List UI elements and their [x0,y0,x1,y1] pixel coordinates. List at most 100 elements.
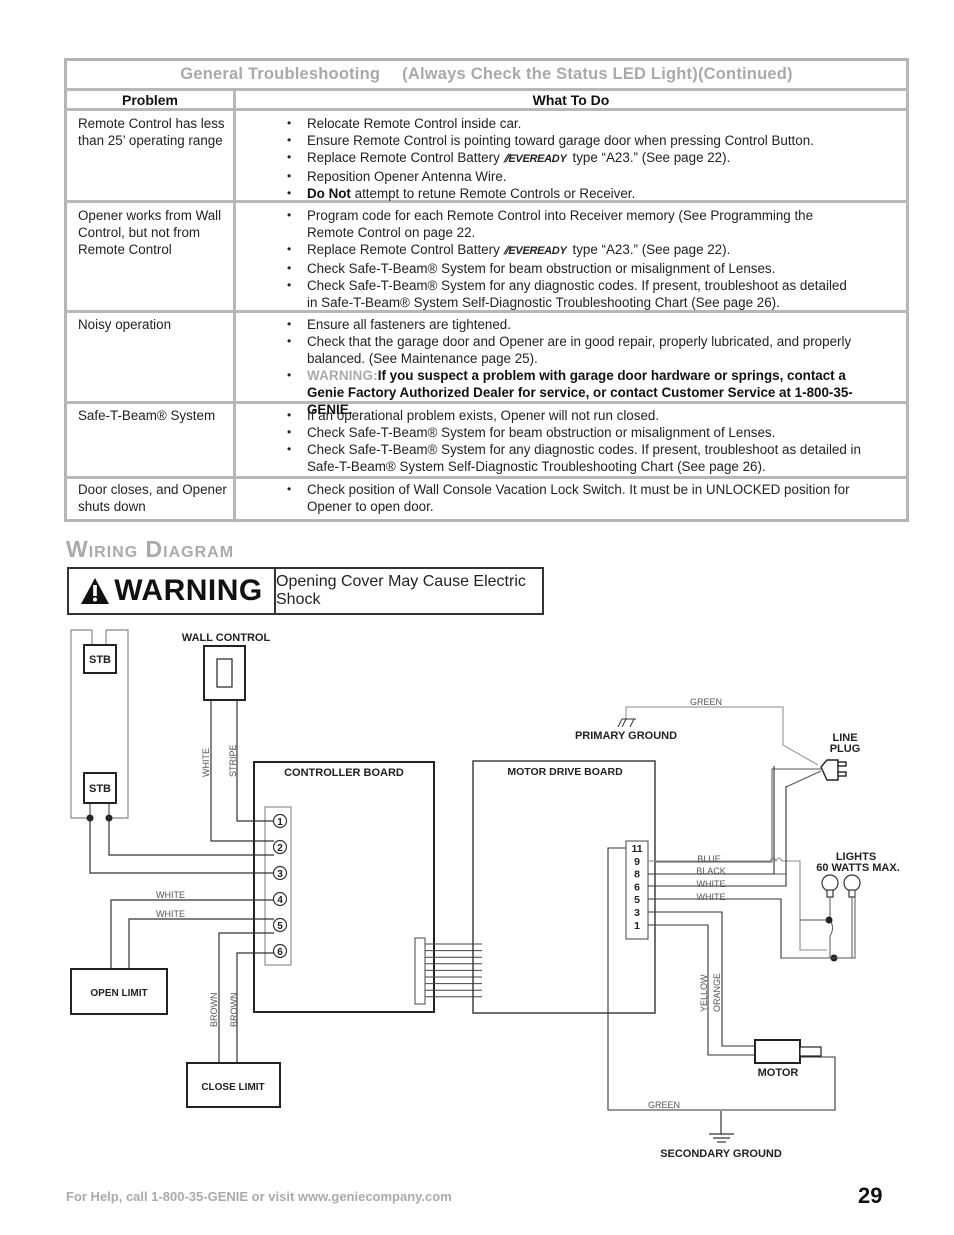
solution-cell: Check position of Wall Console Vacation … [285,481,870,515]
column-divider [233,89,236,522]
column-header-problem: Problem [121,92,178,108]
wiring-diagram: STB STB WALL CONTROL CONTROLLER BOARD WH… [70,629,900,1160]
solution-cell: If an operational problem exists, Opener… [285,407,895,475]
title-part-2: (Always Check the Status LED Light)(Cont… [402,65,793,83]
motor-shaft [799,1046,822,1057]
solution-item: Check Safe-T-Beam® System for any diagno… [285,277,855,311]
line-plug-icon [820,759,847,781]
item-text: type “A23.” (See page 22). [572,150,731,165]
solution-item: Program code for each Remote Control int… [285,207,855,241]
solution-item: Replace Remote Control Battery⫽EVEREADY t… [285,149,895,168]
solution-item: Do Not attempt to retune Remote Controls… [285,185,895,202]
divider [64,476,909,479]
motor-label: MOTOR [758,1067,799,1079]
secondary-ground-label: SECONDARY GROUND [660,1148,782,1160]
ribbon-connector [414,937,426,1005]
wire-label: BROWN [209,993,219,1028]
solution-item: Check Safe-T-Beam® System for any diagno… [285,441,895,475]
solution-item: Relocate Remote Control inside car. [285,115,895,132]
problem-cell: Door closes, and Opener shuts down [78,482,227,514]
solution-item: Check position of Wall Console Vacation … [285,481,870,515]
light-bulb-icon [821,874,861,898]
terminal-label: 2 [277,843,283,854]
eveready-logo: ⫽EVEREADY [503,245,567,257]
column-header-what-to-do: What To Do [532,92,610,108]
page-number: 29 [858,1183,883,1208]
bold-text: Do Not [307,186,351,201]
mdb-pin-label: 5 [634,894,640,906]
table-title: General Troubleshooting (Always Check the… [67,61,906,87]
warning-triangle-icon [81,578,110,604]
mdb-pin-label: 6 [634,881,640,893]
solution-item: Check Safe-T-Beam® System for beam obstr… [285,424,895,441]
solution-item: Check Safe-T-Beam® System for beam obstr… [285,260,855,277]
solution-cell: Program code for each Remote Control int… [285,207,855,311]
warning-word: WARNING [114,574,263,607]
mdb-pin-label: 8 [634,869,640,881]
mdb-pin-label: 11 [631,843,642,855]
wire-label: STRIPE [228,744,238,777]
item-text: type “A23.” (See page 22). [572,242,731,257]
wire-label: BLACK [696,866,726,876]
item-text: Replace Remote Control Battery [307,242,500,257]
item-text: Replace Remote Control Battery [307,150,500,165]
stb-top: STB [83,644,117,674]
wire-label: WHITE [156,909,185,919]
wire-label: BROWN [229,993,239,1028]
problem-cell: Safe-T-Beam® System [78,408,216,423]
footer-help-text: For Help, call 1-800-35-GENIE or visit w… [66,1189,452,1204]
solution-item: Check that the garage door and Opener ar… [285,333,865,367]
solution-item: Ensure all fasteners are tightened. [285,316,865,333]
motor-drive-board-label: MOTOR DRIVE BOARD [507,766,623,778]
line-plug-label: PLUG [830,743,861,755]
brand-text: EVEREADY [508,245,567,257]
stb-bottom: STB [83,772,117,804]
eveready-logo: ⫽EVEREADY [503,153,567,165]
solution-item: If an operational problem exists, Opener… [285,407,895,424]
primary-ground-label: PRIMARY GROUND [575,730,677,742]
warning-banner: WARNING Opening Cover May Cause Electric… [67,567,544,615]
mdb-pin-label: 9 [634,856,640,868]
wire-label: WHITE [697,879,726,889]
wall-control-button [216,658,233,688]
item-text: attempt to retune Remote Controls or Rec… [354,186,636,201]
lights-label: 60 WATTS MAX. [816,862,900,874]
wire-label: WHITE [697,892,726,902]
wire-label: GREEN [690,697,722,707]
wire-label: BLUE [697,854,721,864]
brand-text: EVEREADY [508,153,567,165]
close-limit-label: CLOSE LIMIT [201,1082,264,1093]
open-limit-label: OPEN LIMIT [90,988,147,999]
title-part-1: General Troubleshooting [180,65,381,83]
mdb-pin-label: 1 [634,920,640,932]
solution-cell: Ensure all fasteners are tightened. Chec… [285,316,865,418]
problem-cell: Opener works from Wall Control, but not … [78,208,222,257]
wire-label: GREEN [648,1100,680,1110]
wall-control-label: WALL CONTROL [182,632,271,644]
warning-label-block: WARNING [69,569,276,613]
solution-cell: Relocate Remote Control inside car. Ensu… [285,115,895,202]
mdb-pin-label: 3 [634,907,640,919]
terminal-label: 5 [277,921,283,932]
terminal-label: 4 [277,895,283,906]
section-title: Wiring Diagram [66,536,235,562]
secondary-ground-icon [709,1111,734,1143]
stb-label: STB [89,783,111,795]
warning-label: WARNING: [307,368,378,383]
primary-ground-icon [617,718,636,728]
motor [754,1039,801,1064]
stb-label: STB [89,654,111,666]
terminal-label: 1 [277,817,283,828]
terminal-strip [264,806,292,966]
warning-text: Opening Cover May Cause Electric Shock [276,573,526,608]
wire-label: YELLOW [699,974,709,1012]
terminal-label: 6 [277,947,283,958]
solution-item: Reposition Opener Antenna Wire. [285,168,895,185]
problem-cell: Noisy operation [78,317,172,332]
problem-cell: Remote Control has less than 25’ operati… [78,116,225,148]
terminal-label: 3 [277,869,283,880]
controller-board-label: CONTROLLER BOARD [284,767,404,779]
wire-label: WHITE [201,748,211,777]
solution-item: Ensure Remote Control is pointing toward… [285,132,895,149]
wire-label: ORANGE [712,973,722,1012]
